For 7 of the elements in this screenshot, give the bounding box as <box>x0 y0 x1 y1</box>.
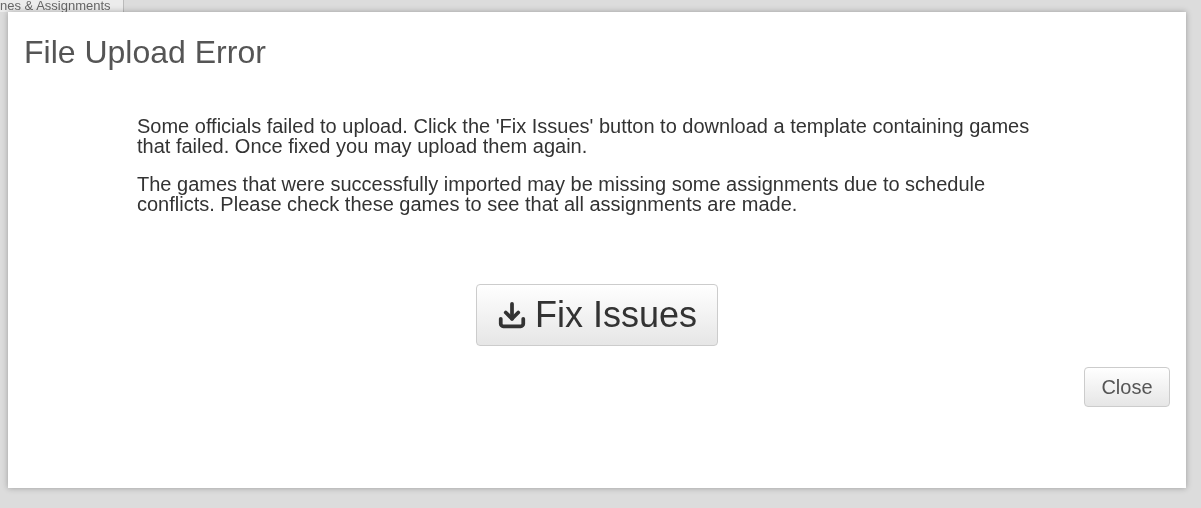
download-icon <box>496 300 527 330</box>
message-text: Some officials failed to upload. Click the 'Fix Issues' button to download a template containing games that failed. Once fixed you may upload them again. <box>137 116 1031 156</box>
close-button[interactable]: Close <box>1084 367 1170 407</box>
message-text: The games that were successfully imported may be missing some assignments due to schedule conflicts. Please check these games to see that all assignments are made. <box>137 174 987 214</box>
tab-label[interactable]: nes & Assignments <box>0 0 124 12</box>
fix-issues-button[interactable]: Fix Issues <box>476 284 718 346</box>
dialog-title: File Upload Error <box>23 33 266 72</box>
